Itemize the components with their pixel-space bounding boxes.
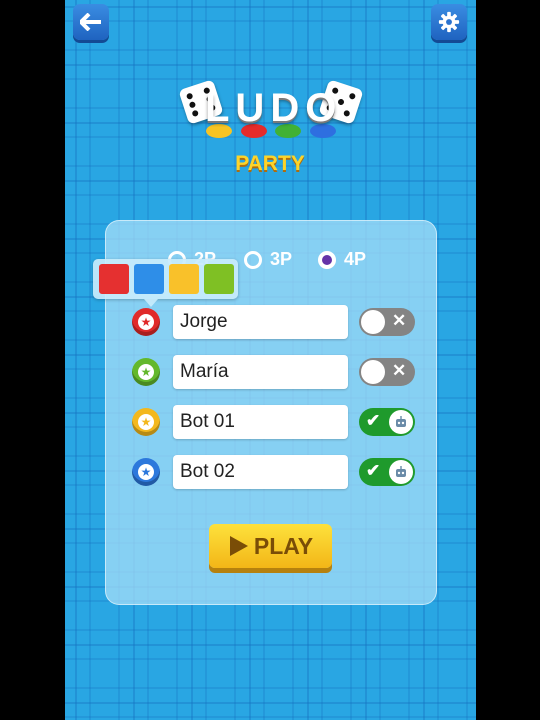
arrow-left-icon: [80, 13, 101, 31]
radio-4p[interactable]: 4P: [318, 249, 366, 270]
robot-icon: [396, 466, 406, 477]
check-icon: ✔: [366, 411, 381, 430]
play-button-label: PLAY: [253, 532, 314, 559]
player-name-input[interactable]: [173, 355, 348, 389]
player-name-input[interactable]: [173, 305, 348, 339]
radio-3p[interactable]: 3P: [244, 249, 292, 270]
logo-title: LUDO: [205, 86, 343, 130]
bot-toggle[interactable]: ✕: [359, 358, 415, 386]
star-icon: ★: [138, 364, 154, 380]
color-picker-popup: [93, 259, 238, 307]
color-swatch-blue[interactable]: [134, 264, 164, 294]
play-button[interactable]: PLAY: [209, 524, 332, 568]
star-icon: ★: [138, 314, 154, 330]
player-row: ★ ✔: [132, 455, 422, 491]
radio-label: 3P: [270, 249, 293, 269]
radio-label: 4P: [344, 249, 367, 269]
player-row: ★ ✕: [132, 305, 422, 341]
game-logo: LUDO PARTY: [175, 78, 365, 178]
toggle-knob: [361, 310, 385, 334]
logo-subtitle: PARTY: [235, 152, 305, 175]
radio-circle: [318, 250, 336, 269]
player-name-input[interactable]: [173, 405, 348, 439]
game-screen: LUDO PARTY 2P 3P 4P ★ ✕: [65, 0, 476, 720]
play-triangle-icon: [229, 536, 248, 556]
x-icon: ✕: [392, 361, 407, 380]
bot-toggle[interactable]: ✕: [359, 308, 415, 336]
x-icon: ✕: [392, 311, 407, 330]
radio-circle: [244, 250, 262, 269]
settings-button[interactable]: [431, 4, 467, 40]
player-row: ★ ✔: [132, 405, 422, 441]
bot-toggle[interactable]: ✔: [359, 458, 415, 486]
toggle-knob: [389, 410, 413, 434]
bot-toggle[interactable]: ✔: [359, 408, 415, 436]
robot-icon: [396, 416, 406, 427]
toggle-knob: [389, 460, 413, 484]
setup-panel: 2P 3P 4P ★ ✕ ★: [93, 220, 437, 605]
color-swatch-green[interactable]: [204, 264, 234, 294]
check-icon: ✔: [366, 461, 381, 480]
star-icon: ★: [138, 464, 154, 480]
star-icon: ★: [138, 414, 154, 430]
player-color-button[interactable]: ★: [132, 458, 160, 486]
player-color-button[interactable]: ★: [132, 308, 160, 336]
player-row: ★ ✕: [132, 355, 422, 391]
gear-icon: [438, 11, 460, 33]
back-button[interactable]: [73, 4, 109, 40]
player-color-button[interactable]: ★: [132, 408, 160, 436]
toggle-knob: [361, 360, 385, 384]
color-swatch-yellow[interactable]: [169, 264, 199, 294]
color-swatch-red[interactable]: [99, 264, 129, 294]
player-name-input[interactable]: [173, 455, 348, 489]
player-color-button[interactable]: ★: [132, 358, 160, 386]
